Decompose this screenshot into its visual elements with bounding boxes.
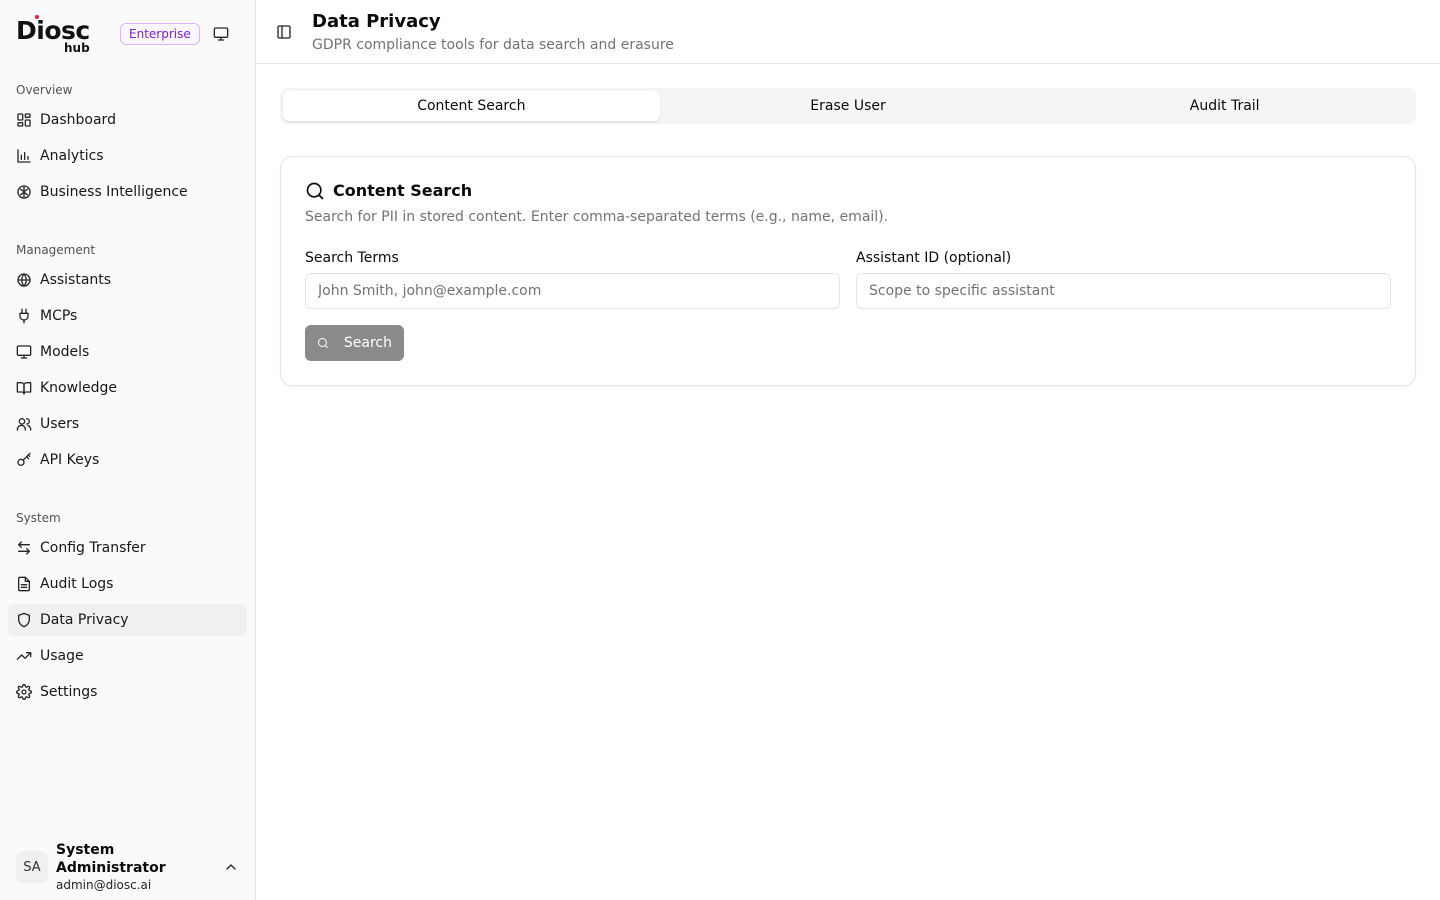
page-header: Data Privacy GDPR compliance tools for d…: [256, 0, 1440, 64]
nav-section-label: Management: [16, 243, 96, 257]
nav-section-management: Management Assistants MCPs Models Knowledge U…: [0, 240, 255, 480]
sidebar-item-data-privacy[interactable]: Data Privacy: [8, 604, 247, 636]
sidebar-item-label: Settings: [40, 684, 98, 700]
nav-section-system: System Config Transfer Audit Logs Data Priv…: [0, 508, 255, 712]
search-terms-input[interactable]: [305, 273, 840, 309]
brain-icon: [17, 185, 31, 199]
bar-chart-icon: [17, 149, 31, 163]
nav-list: Assistants MCPs Models Knowledge Users API Ke…: [0, 264, 255, 476]
logo-dot: [35, 15, 39, 19]
sidebar-item-api-keys[interactable]: API Keys: [8, 444, 247, 476]
plug-icon: [19, 308, 29, 324]
sidebar-item-analytics[interactable]: Analytics: [8, 140, 247, 172]
sidebar-item-mcps[interactable]: MCPs: [8, 300, 247, 332]
sidebar-item-label: Analytics: [40, 148, 104, 164]
sidebar-item-label: Dashboard: [40, 112, 116, 128]
file-icon: [18, 576, 30, 592]
sidebar-item-business-intelligence[interactable]: Business Intelligence: [8, 176, 247, 208]
sidebar-item-label: Models: [40, 344, 90, 360]
globe-icon: [17, 273, 31, 287]
search-icon: [317, 338, 328, 348]
search-button-label: Search: [343, 335, 392, 351]
card-title: Content Search: [305, 181, 472, 201]
monitor-icon: [213, 27, 229, 41]
sidebar-toggle-button[interactable]: [274, 22, 294, 42]
sidebar-item-label: MCPs: [40, 308, 78, 324]
nav-list: Dashboard Analytics Business Intelligence: [0, 104, 255, 208]
arrows-icon: [18, 541, 30, 555]
app-root: Diosc hub Enterprise Overview Dashboard An…: [0, 0, 1440, 900]
tab-list: Content Search Erase User Audit Trail: [280, 88, 1416, 124]
gear-icon: [16, 684, 32, 700]
book-icon: [16, 382, 32, 395]
sidebar-item-audit-logs[interactable]: Audit Logs: [8, 568, 247, 600]
key-icon: [17, 452, 31, 466]
page-subtitle: GDPR compliance tools for data search an…: [312, 37, 674, 53]
monitor-icon: [16, 345, 32, 359]
sidebar: Diosc hub Enterprise Overview Dashboard An…: [0, 0, 256, 900]
main-content: Data Privacy GDPR compliance tools for d…: [256, 0, 1440, 900]
nav-section-label: Overview: [16, 83, 73, 97]
sidebar-item-label: Assistants: [40, 272, 112, 288]
sidebar-item-label: Business Intelligence: [40, 184, 188, 200]
nav-list: Config Transfer Audit Logs Data Privacy Usa…: [0, 532, 255, 708]
shield-icon: [18, 612, 30, 628]
sidebar-item-label: Users: [40, 416, 80, 432]
avatar: SA: [16, 851, 48, 883]
sidebar-item-label: Audit Logs: [40, 576, 114, 592]
panel-left-icon: [277, 25, 291, 39]
sidebar-item-config-transfer[interactable]: Config Transfer: [8, 532, 247, 564]
tab-content-search[interactable]: Content Search: [283, 91, 660, 121]
sidebar-item-label: Knowledge: [40, 380, 117, 396]
sidebar-item-assistants[interactable]: Assistants: [8, 264, 247, 296]
sidebar-item-label: Data Privacy: [40, 612, 129, 628]
tab-erase-user[interactable]: Erase User: [660, 91, 1037, 121]
chevron-up-icon: [226, 864, 236, 870]
sidebar-item-dashboard[interactable]: Dashboard: [8, 104, 247, 136]
sidebar-item-label: API Keys: [40, 452, 100, 468]
assistant-id-label: Assistant ID (optional): [856, 250, 1012, 266]
card-description: Search for PII in stored content. Enter …: [305, 209, 889, 225]
assistant-id-input[interactable]: [856, 273, 1391, 309]
users-icon: [16, 418, 32, 431]
trend-icon: [16, 652, 32, 660]
sidebar-item-settings[interactable]: Settings: [8, 676, 247, 708]
search-button[interactable]: Search: [305, 325, 404, 361]
plan-badge: Enterprise: [120, 23, 200, 45]
sidebar-item-models[interactable]: Models: [8, 336, 247, 368]
page-title: Data Privacy: [312, 11, 441, 32]
brand-header: Diosc hub Enterprise: [0, 0, 255, 66]
user-menu[interactable]: SA System Administrator admin@diosc.ai: [8, 841, 247, 893]
user-email: admin@diosc.ai: [56, 878, 152, 892]
content-search-card: Content Search Search for PII in stored …: [280, 156, 1416, 386]
display-toggle-button[interactable]: [211, 24, 231, 44]
user-info: System Administrator admin@diosc.ai: [56, 841, 223, 893]
sidebar-item-label: Config Transfer: [40, 540, 146, 556]
search-icon: [306, 182, 324, 200]
tab-audit-trail[interactable]: Audit Trail: [1036, 91, 1413, 121]
nav-section-overview: Overview Dashboard Analytics Business Intel…: [0, 80, 255, 212]
card-title-text: Content Search: [333, 181, 473, 200]
logo[interactable]: Diosc hub: [16, 15, 106, 55]
nav-section-label: System: [16, 511, 61, 525]
user-name: System Administrator: [56, 842, 166, 876]
sidebar-item-users[interactable]: Users: [8, 408, 247, 440]
logo-subtext: hub: [64, 41, 90, 55]
dashboard-icon: [17, 113, 31, 127]
sidebar-item-label: Usage: [40, 648, 84, 664]
sidebar-item-usage[interactable]: Usage: [8, 640, 247, 672]
search-terms-label: Search Terms: [305, 250, 399, 266]
sidebar-item-knowledge[interactable]: Knowledge: [8, 372, 247, 404]
